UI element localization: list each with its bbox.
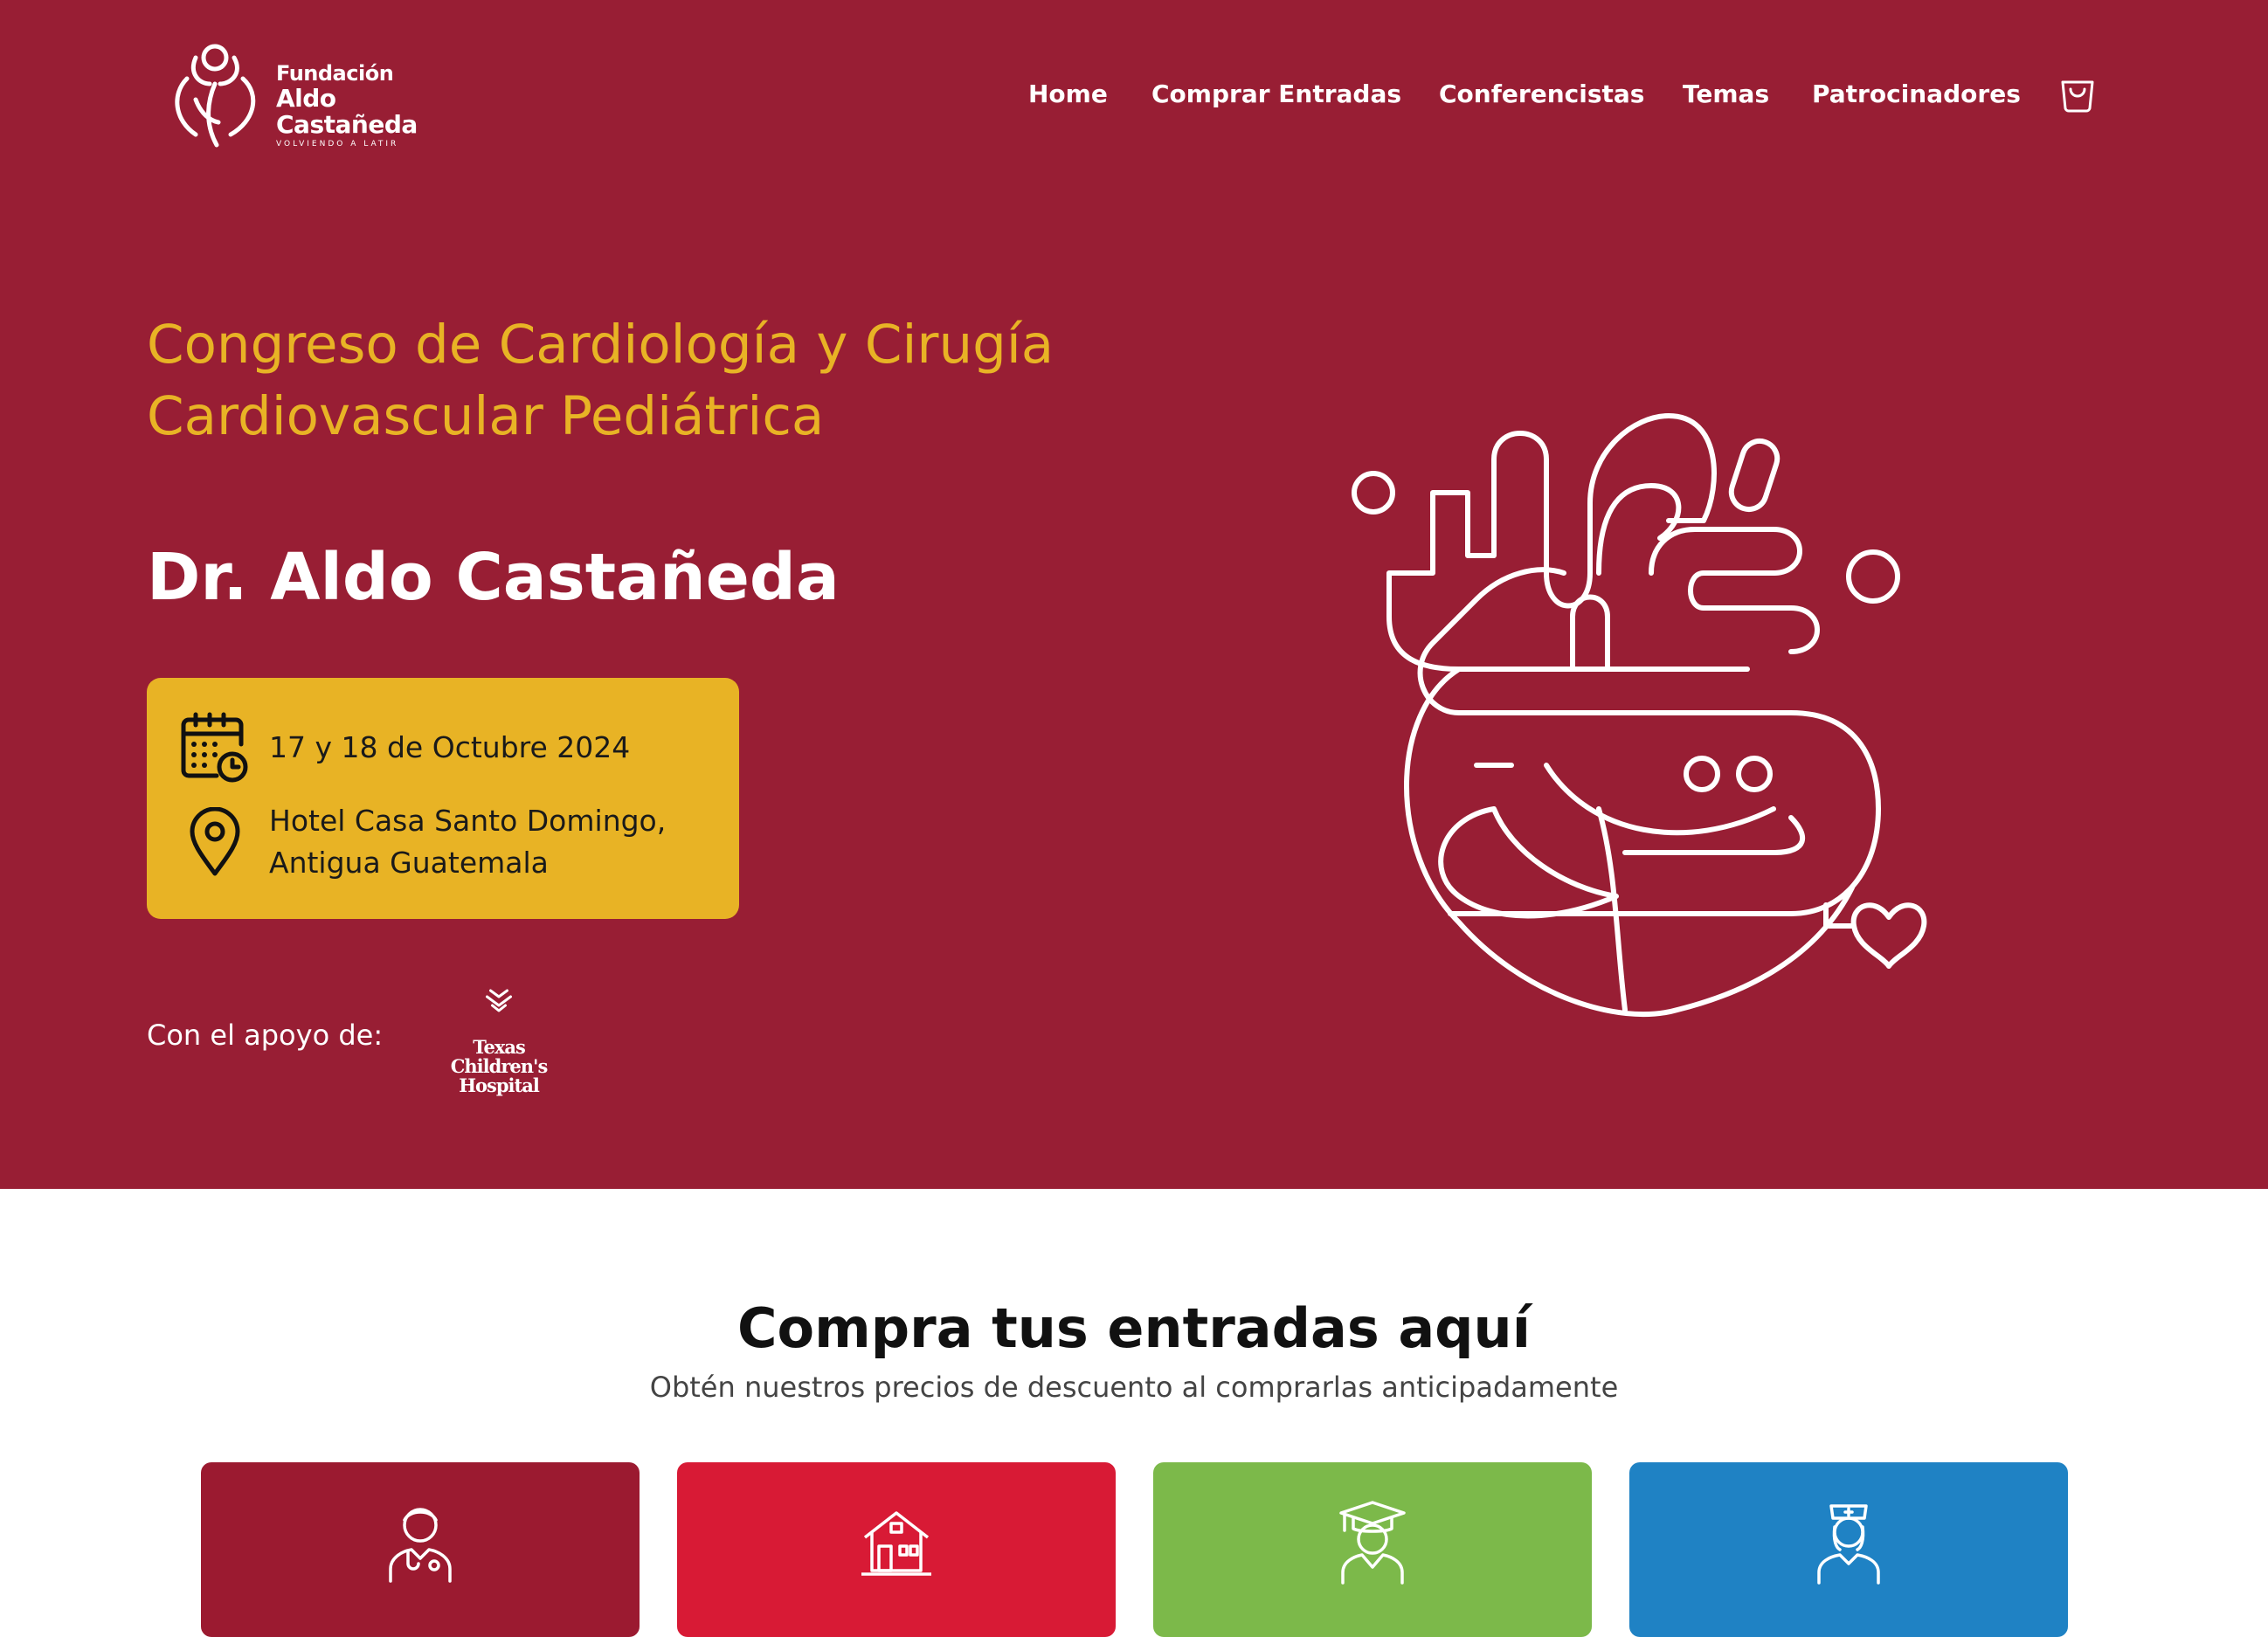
- nav-temas[interactable]: Temas: [1683, 77, 1769, 112]
- logo-tagline: VOLVIENDO A LATIR: [276, 140, 399, 149]
- support-label: Con el apoyo de:: [147, 1019, 384, 1052]
- ticket-card-student[interactable]: [1153, 1462, 1592, 1637]
- tickets-section-title: Compra tus entradas aquí: [737, 1296, 1531, 1360]
- venue-line-1: Hotel Casa Santo Domingo,: [269, 804, 667, 838]
- ticket-card-doctor[interactable]: [201, 1462, 640, 1637]
- doctor-icon: [389, 1508, 452, 1583]
- ticket-card-nurse[interactable]: [1629, 1462, 2068, 1637]
- sponsor-line-2: Hospital: [459, 1074, 540, 1096]
- heart-illustration: [1352, 413, 1927, 1018]
- logo-text: Fundación Aldo Castañeda VOLVIENDO A LAT…: [276, 61, 467, 149]
- event-info-card: 17 y 18 de Octubre 2024 Hotel Casa Santo…: [147, 678, 739, 919]
- sponsor-text: Texas Children's Hospital: [425, 1038, 573, 1095]
- nav-conferencistas[interactable]: Conferencistas: [1439, 77, 1644, 112]
- hospital-icon: [861, 1511, 931, 1576]
- nav-comprar-entradas[interactable]: Comprar Entradas: [1151, 77, 1401, 112]
- logo-line-2: Aldo Castañeda: [276, 84, 418, 139]
- foundation-logo[interactable]: Fundación Aldo Castañeda VOLVIENDO A LAT…: [169, 38, 467, 152]
- event-title: Congreso de Cardiología y Cirugía Cardio…: [147, 314, 1054, 447]
- venue-line-2: Antigua Guatemala: [269, 846, 549, 880]
- foundation-logo-icon: [175, 44, 256, 148]
- tickets-section-subtitle: Obtén nuestros precios de descuento al c…: [649, 1371, 1619, 1404]
- graduate-student-icon: [1339, 1501, 1406, 1585]
- shopping-bag-icon: [2061, 80, 2094, 113]
- event-date: 17 y 18 de Octubre 2024: [269, 730, 631, 764]
- doctor-name: Dr. Aldo Castañeda: [147, 540, 840, 615]
- nav-patrocinadores[interactable]: Patrocinadores: [1812, 77, 2021, 112]
- nav-home[interactable]: Home: [1028, 77, 1108, 112]
- texas-childrens-hospital-logo: [486, 989, 512, 1012]
- cart-button[interactable]: [2058, 75, 2097, 114]
- sponsor-line-1: Texas Children's: [450, 1036, 549, 1077]
- hero-section: Congreso de Cardiología y Cirugía Cardio…: [0, 197, 2268, 1189]
- site-header: Fundación Aldo Castañeda VOLVIENDO A LAT…: [0, 0, 2268, 197]
- logo-line-1: Fundación: [276, 61, 394, 86]
- event-venue: Hotel Casa Santo Domingo, Antigua Guatem…: [269, 800, 723, 884]
- nurse-icon: [1817, 1504, 1880, 1585]
- location-pin-icon: [190, 807, 240, 876]
- ticket-card-hospital[interactable]: [677, 1462, 1116, 1637]
- calendar-clock-icon: [181, 712, 248, 783]
